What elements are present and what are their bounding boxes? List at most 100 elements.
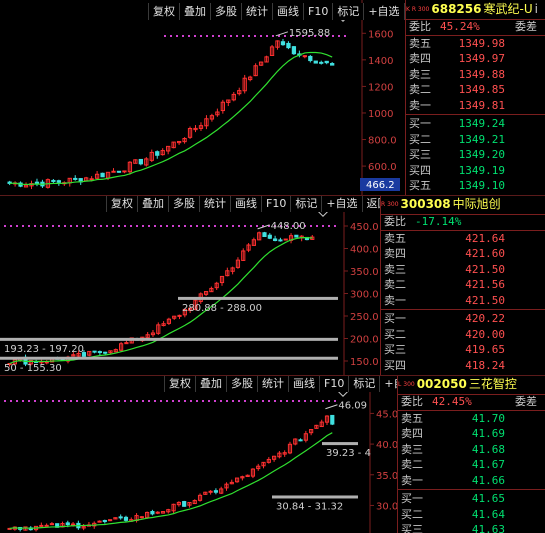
toolbar-button-5[interactable]: F10 xyxy=(261,195,291,212)
signal-dot xyxy=(178,400,180,402)
candlestick-chart[interactable]: 450.0 400.0 350.0 300.0 250.0 200.0 150.0 448.0… xyxy=(0,195,380,375)
toolbar-button-2[interactable]: 多股 xyxy=(168,195,199,212)
bid-label: 买四 xyxy=(384,358,406,372)
signal-dot xyxy=(112,400,114,402)
signal-dot xyxy=(64,400,66,402)
signal-dot xyxy=(130,400,132,402)
toolbar-button-7[interactable]: +自选 xyxy=(321,195,362,212)
candlestick-chart[interactable]: 45.00 40.00 35.00 30.00 46.09 39.23 - 4 30.84 … xyxy=(0,375,397,533)
signal-dot xyxy=(332,35,334,37)
y-tick-label: 1600 xyxy=(368,29,393,40)
bid-row: 买二 1349.21 xyxy=(406,132,545,148)
bid-row: 买二 420.00 xyxy=(381,327,545,343)
bid-label: 买一 xyxy=(401,492,423,505)
signal-dot xyxy=(304,400,306,402)
signal-dot xyxy=(286,400,288,402)
toolbar-button-6[interactable]: 标记 xyxy=(348,375,380,392)
toolbar-button-4[interactable]: 画线 xyxy=(272,3,303,20)
ask-price: 1349.98 xyxy=(458,36,505,50)
stock-code[interactable]: 688256 xyxy=(431,2,481,16)
y-tick-label: 40.00 xyxy=(376,440,397,451)
stock-name[interactable]: 中际旭创 xyxy=(453,197,501,211)
bid-row: 买四 1349.19 xyxy=(406,163,545,179)
stock-header: L 300 002050 三花智控 xyxy=(398,375,545,394)
signal-dot xyxy=(160,400,162,402)
signal-dot xyxy=(268,400,270,402)
toolbar-button-2[interactable]: 多股 xyxy=(210,3,241,20)
toolbar-button-4[interactable]: 画线 xyxy=(230,195,261,212)
y-tick-label: 35.00 xyxy=(376,471,397,482)
toolbar-button-0[interactable]: 复权 xyxy=(148,3,179,20)
y-tick-label: 400.0 xyxy=(350,245,379,256)
bid-label: 买四 xyxy=(409,163,431,177)
toolbar-button-1[interactable]: 叠加 xyxy=(137,195,168,212)
bid-row: 买二 41.64 xyxy=(398,507,545,523)
stock-header: R 300 300308 中际旭创 xyxy=(381,195,545,214)
bid-label: 买二 xyxy=(384,327,406,341)
ask-price: 41.68 xyxy=(471,442,505,456)
candlestick-chart[interactable]: 1600 1400 1200 1000 800.0 600.0 1595.88 466.2 xyxy=(0,0,405,195)
toolbar-button-3[interactable]: 统计 xyxy=(199,195,230,212)
toolbar-button-5[interactable]: F10 xyxy=(303,3,333,20)
toolbar-button-4[interactable]: 画线 xyxy=(288,375,319,392)
signal-dot xyxy=(88,225,90,227)
signal-dot xyxy=(272,35,274,37)
signal-dot xyxy=(28,400,30,402)
bid-row: 买五 1349.10 xyxy=(406,178,545,194)
support-zone-bar xyxy=(322,442,358,446)
toolbar-button-3[interactable]: 统计 xyxy=(241,3,272,20)
signal-dot xyxy=(256,225,258,227)
wei-bi-value: -17.14% xyxy=(415,215,462,228)
toolbar-button-0[interactable]: 复权 xyxy=(106,195,137,212)
ask-price: 41.66 xyxy=(471,473,505,487)
stock-code[interactable]: 002050 xyxy=(417,377,467,391)
ask-price: 1349.88 xyxy=(458,67,505,81)
toolbar-button-6[interactable]: 标记 xyxy=(290,195,322,212)
bid-row: 买一 41.65 xyxy=(398,491,545,507)
candle-body xyxy=(155,151,160,156)
ask-row: 卖四 41.69 xyxy=(398,426,545,442)
candle-body xyxy=(278,239,283,242)
toolbar-button-2[interactable]: 多股 xyxy=(226,375,257,392)
signal-dot xyxy=(22,400,24,402)
signal-dot xyxy=(58,225,60,227)
candle-body xyxy=(308,55,313,62)
signal-dot xyxy=(274,400,276,402)
signal-dot xyxy=(334,400,336,402)
stock-code[interactable]: 300308 xyxy=(401,197,451,211)
candle-body xyxy=(89,178,94,181)
signal-dot xyxy=(226,400,228,402)
y-tick-label: 1200 xyxy=(368,82,393,93)
toolbar-button-5[interactable]: F10 xyxy=(319,375,349,392)
stock-name[interactable]: 三花智控 xyxy=(469,377,517,391)
candle-body xyxy=(302,55,307,58)
bid-price: 1349.21 xyxy=(458,132,505,146)
toolbar-button-6[interactable]: 标记 xyxy=(332,3,364,20)
stock-name[interactable]: 寒武纪-U xyxy=(483,2,532,16)
y-tick-label: 1000 xyxy=(368,109,393,120)
candle-body xyxy=(150,510,155,515)
signal-dot xyxy=(220,400,222,402)
signal-dot xyxy=(238,225,240,227)
wei-bi-row: 委比-17.14%委差 xyxy=(381,214,545,230)
ask-price: 1349.85 xyxy=(458,83,505,96)
candle-body xyxy=(97,520,102,523)
candle-body xyxy=(291,46,297,55)
signal-dot xyxy=(166,225,168,227)
toolbar-button-0[interactable]: 复权 xyxy=(164,375,195,392)
candle-body xyxy=(267,234,272,239)
signal-dot xyxy=(82,400,84,402)
y-tick-label: 250.0 xyxy=(350,312,379,323)
signal-dot xyxy=(212,35,214,37)
toolbar-button-7[interactable]: +自选 xyxy=(363,3,404,20)
toolbar-button-3[interactable]: 统计 xyxy=(257,375,288,392)
toolbar-button-1[interactable]: 叠加 xyxy=(195,375,226,392)
high-price-label: 448.00 xyxy=(271,221,306,232)
signal-dot xyxy=(254,35,256,37)
toolbar-button-1[interactable]: 叠加 xyxy=(179,3,210,20)
signal-dot xyxy=(226,225,228,227)
ask-price: 421.64 xyxy=(465,231,505,245)
info-icon[interactable]: i xyxy=(535,2,538,16)
signal-dot xyxy=(76,400,78,402)
ask-row: 卖三 1349.88 xyxy=(406,67,545,83)
